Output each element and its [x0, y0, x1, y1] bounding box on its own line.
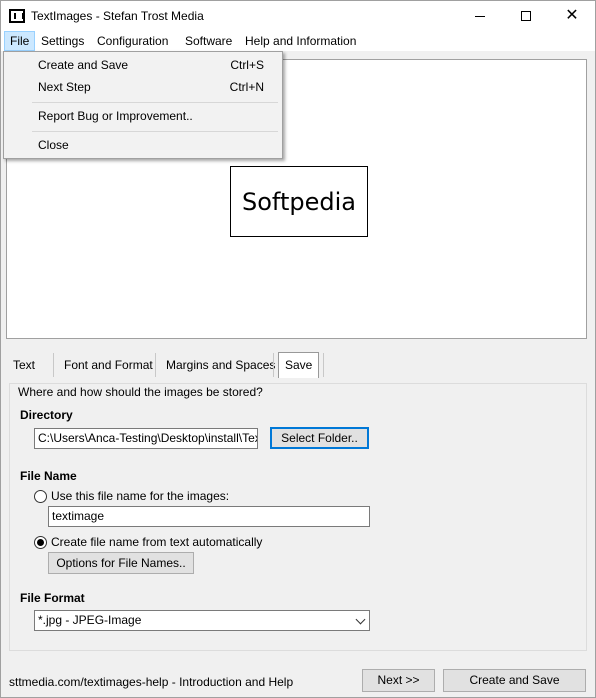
create-and-save-button[interactable]: Create and Save [443, 669, 586, 692]
maximize-icon [521, 11, 531, 21]
menu-configuration[interactable]: Configuration [92, 31, 173, 51]
radio-button-checked-icon[interactable] [34, 535, 47, 549]
close-icon: ✕ [565, 7, 579, 24]
file-name-input[interactable]: textimage [48, 506, 370, 527]
options-for-file-names-button[interactable]: Options for File Names.. [48, 552, 194, 574]
menu-file[interactable]: File [4, 31, 36, 51]
tab-text[interactable]: Text [7, 353, 41, 377]
next-button[interactable]: Next >> [362, 669, 435, 692]
help-link-text[interactable]: sttmedia.com/textimages-help - Introduct… [9, 675, 293, 689]
menu-item-report-bug[interactable]: Report Bug or Improvement.. [6, 105, 280, 127]
menu-item-label: Report Bug or Improvement.. [38, 109, 193, 123]
menu-bar: File Settings Configuration Software Hel… [1, 31, 595, 51]
tab-divider [273, 353, 274, 377]
directory-input[interactable]: C:\Users\Anca-Testing\Desktop\install\Te… [34, 428, 258, 449]
select-folder-button[interactable]: Select Folder.. [270, 427, 369, 449]
menu-item-label: Create and Save [38, 58, 129, 72]
file-format-select[interactable]: *.jpg - JPEG-Image [34, 610, 370, 631]
tab-divider [53, 353, 54, 377]
menu-software[interactable]: Software [180, 31, 237, 51]
title-bar: TextImages - Stefan Trost Media ✕ [1, 1, 595, 31]
maximize-button[interactable] [503, 1, 549, 31]
radio-button-icon[interactable] [34, 489, 47, 503]
radio-use-file-name-label: Use this file name for the images: [51, 489, 230, 503]
preview-text-image: Softpedia [230, 166, 368, 237]
minimize-button[interactable] [457, 1, 503, 31]
menu-item-close[interactable]: Close [6, 134, 280, 156]
app-icon [9, 9, 25, 23]
save-panel-caption: Where and how should the images be store… [16, 385, 265, 399]
minimize-icon [475, 15, 485, 17]
tab-save[interactable]: Save [278, 352, 320, 378]
menu-item-label: Close [38, 138, 69, 152]
tab-bar: Text Font and Format Margins and Spaces … [5, 352, 593, 378]
tab-divider [155, 353, 156, 377]
menu-separator [32, 131, 278, 132]
menu-settings[interactable]: Settings [36, 31, 89, 51]
menu-item-label: Next Step [38, 80, 91, 94]
tab-divider [323, 353, 324, 377]
file-format-label: File Format [20, 591, 85, 605]
chevron-down-icon [355, 614, 366, 625]
menu-help[interactable]: Help and Information [240, 31, 361, 51]
menu-item-next-step[interactable]: Next Step Ctrl+N [6, 76, 280, 98]
file-menu-dropdown: Create and Save Ctrl+S Next Step Ctrl+N … [3, 51, 283, 159]
tab-margins-spaces[interactable]: Margins and Spaces [160, 353, 281, 377]
file-name-label: File Name [20, 469, 77, 483]
tab-font-format[interactable]: Font and Format [58, 353, 159, 377]
menu-item-shortcut: Ctrl+S [230, 58, 264, 72]
window-title: TextImages - Stefan Trost Media [31, 9, 204, 23]
directory-label: Directory [20, 408, 73, 422]
radio-auto-file-name[interactable]: Create file name from text automatically [34, 534, 262, 550]
app-window: TextImages - Stefan Trost Media ✕ File S… [0, 0, 596, 698]
menu-item-shortcut: Ctrl+N [229, 80, 264, 94]
close-button[interactable]: ✕ [549, 1, 595, 31]
menu-item-create-save[interactable]: Create and Save Ctrl+S [6, 54, 280, 76]
radio-use-file-name[interactable]: Use this file name for the images: [34, 488, 229, 504]
file-format-value: *.jpg - JPEG-Image [38, 613, 142, 627]
menu-separator [32, 102, 278, 103]
radio-auto-file-name-label: Create file name from text automatically [51, 535, 263, 549]
